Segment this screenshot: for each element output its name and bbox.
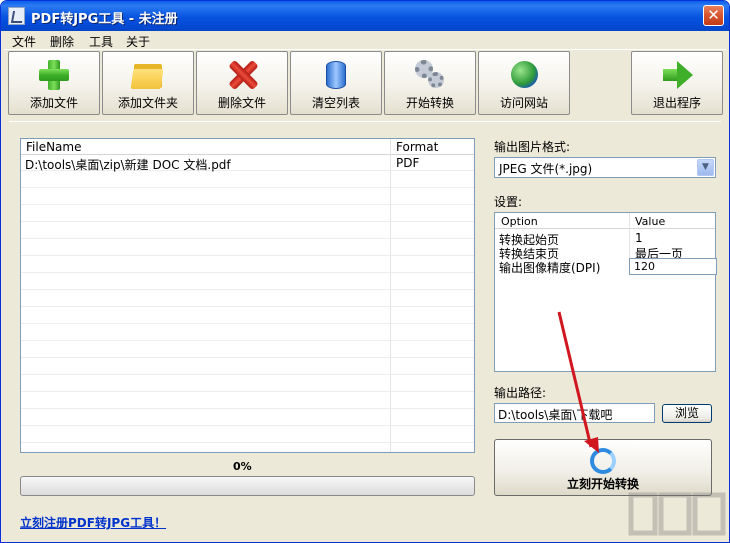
- menu-delete[interactable]: 删除: [50, 33, 74, 50]
- window-title: PDF转JPG工具 - 未注册: [31, 12, 178, 27]
- empty-row: [21, 274, 474, 290]
- add-file-button[interactable]: 添加文件: [8, 51, 100, 115]
- progress-percent: 0%: [233, 460, 252, 473]
- start-convert-button[interactable]: 开始转换: [384, 51, 476, 115]
- file-name-cell: D:\tools\桌面\zip\新建 DOC 文档.pdf: [25, 158, 231, 172]
- output-format-select[interactable]: JPEG 文件(*.jpg) ▼: [494, 157, 716, 178]
- empty-row: [21, 376, 474, 392]
- database-can-icon: [319, 58, 353, 92]
- exit-button[interactable]: 退出程序: [631, 51, 723, 115]
- green-plus-icon: [37, 58, 71, 92]
- column-format[interactable]: Format: [396, 140, 438, 154]
- column-value: Value: [635, 215, 666, 228]
- menu-about[interactable]: 关于: [126, 33, 150, 50]
- chevron-down-icon[interactable]: ▼: [697, 159, 714, 176]
- empty-row: [21, 206, 474, 222]
- file-format-cell: PDF: [396, 156, 420, 170]
- delete-file-button[interactable]: 删除文件: [196, 51, 288, 115]
- empty-row: [21, 291, 474, 307]
- menu-file[interactable]: 文件: [12, 33, 36, 50]
- add-file-label: 添加文件: [29, 96, 78, 110]
- table-row[interactable]: D:\tools\桌面\zip\新建 DOC 文档.pdf PDF: [21, 155, 474, 172]
- file-list-header: FileName Format: [21, 139, 474, 155]
- output-path-value: D:\tools\桌面\下载吧: [498, 408, 613, 422]
- visit-site-label: 访问网站: [499, 96, 548, 110]
- delete-file-label: 删除文件: [217, 96, 266, 110]
- dpi-value: 120: [634, 260, 655, 273]
- empty-row: [21, 393, 474, 409]
- red-x-icon: [225, 58, 259, 92]
- settings-row[interactable]: 输出图像精度(DPI) 120: [495, 258, 717, 275]
- settings-row[interactable]: 转换起始页 1: [495, 231, 715, 247]
- start-convert-label: 开始转换: [405, 96, 454, 110]
- folder-icon: [130, 58, 165, 92]
- watermark-logo: [628, 492, 726, 536]
- close-button[interactable]: ✕: [703, 5, 724, 26]
- register-link[interactable]: 立刻注册PDF转JPG工具！: [20, 514, 166, 531]
- empty-row: [21, 257, 474, 273]
- empty-row: [21, 223, 474, 239]
- add-folder-button[interactable]: 添加文件夹: [102, 51, 194, 115]
- app-window: PDF转JPG工具 - 未注册 ✕ 文件 删除 工具 关于 添加文件 添加文件夹…: [0, 0, 730, 543]
- settings-header: Option Value: [495, 213, 715, 229]
- output-path-input[interactable]: D:\tools\桌面\下载吧: [494, 403, 655, 423]
- output-path-label: 输出路径:: [494, 386, 547, 400]
- start-now-button[interactable]: 立刻开始转换: [494, 439, 712, 496]
- settings-row[interactable]: 转换结束页 最后一页: [495, 245, 715, 261]
- empty-row: [21, 172, 474, 188]
- add-folder-label: 添加文件夹: [117, 96, 178, 110]
- clear-list-button[interactable]: 清空列表: [290, 51, 382, 115]
- clear-list-label: 清空列表: [311, 96, 360, 110]
- column-option: Option: [501, 215, 538, 228]
- option-name: 输出图像精度(DPI): [499, 261, 601, 275]
- settings-grid[interactable]: Option Value 转换起始页 1 转换结束页 最后一页 输出图像精度(D…: [494, 212, 717, 372]
- visit-site-button[interactable]: 访问网站: [478, 51, 570, 115]
- panel-divider: [9, 121, 721, 122]
- settings-label: 设置:: [494, 195, 523, 209]
- empty-row: [21, 240, 474, 256]
- empty-row: [21, 325, 474, 341]
- exit-label: 退出程序: [652, 96, 701, 110]
- progress-bar: [20, 476, 475, 496]
- globe-icon: [507, 58, 541, 92]
- menu-tools[interactable]: 工具: [89, 33, 113, 50]
- app-icon: [8, 7, 25, 25]
- column-filename[interactable]: FileName: [26, 140, 81, 154]
- gears-icon: [413, 58, 447, 92]
- dpi-input[interactable]: 120: [629, 258, 717, 275]
- title-bar: PDF转JPG工具 - 未注册 ✕: [1, 1, 729, 31]
- browse-button[interactable]: 浏览: [662, 404, 712, 423]
- file-list[interactable]: FileName Format D:\tools\桌面\zip\新建 DOC 文…: [20, 138, 475, 453]
- empty-row: [21, 410, 474, 426]
- menu-bar: 文件 删除 工具 关于: [1, 31, 729, 50]
- empty-row: [21, 427, 474, 443]
- output-format-value: JPEG 文件(*.jpg): [499, 162, 593, 176]
- option-value: 1: [635, 231, 643, 245]
- green-arrow-icon: [660, 58, 694, 92]
- empty-row: [21, 189, 474, 205]
- empty-row: [21, 359, 474, 375]
- empty-row: [21, 308, 474, 324]
- empty-row: [21, 342, 474, 358]
- output-format-label: 输出图片格式:: [494, 140, 571, 154]
- toolbar-separator: [4, 49, 726, 50]
- refresh-icon: [590, 448, 616, 474]
